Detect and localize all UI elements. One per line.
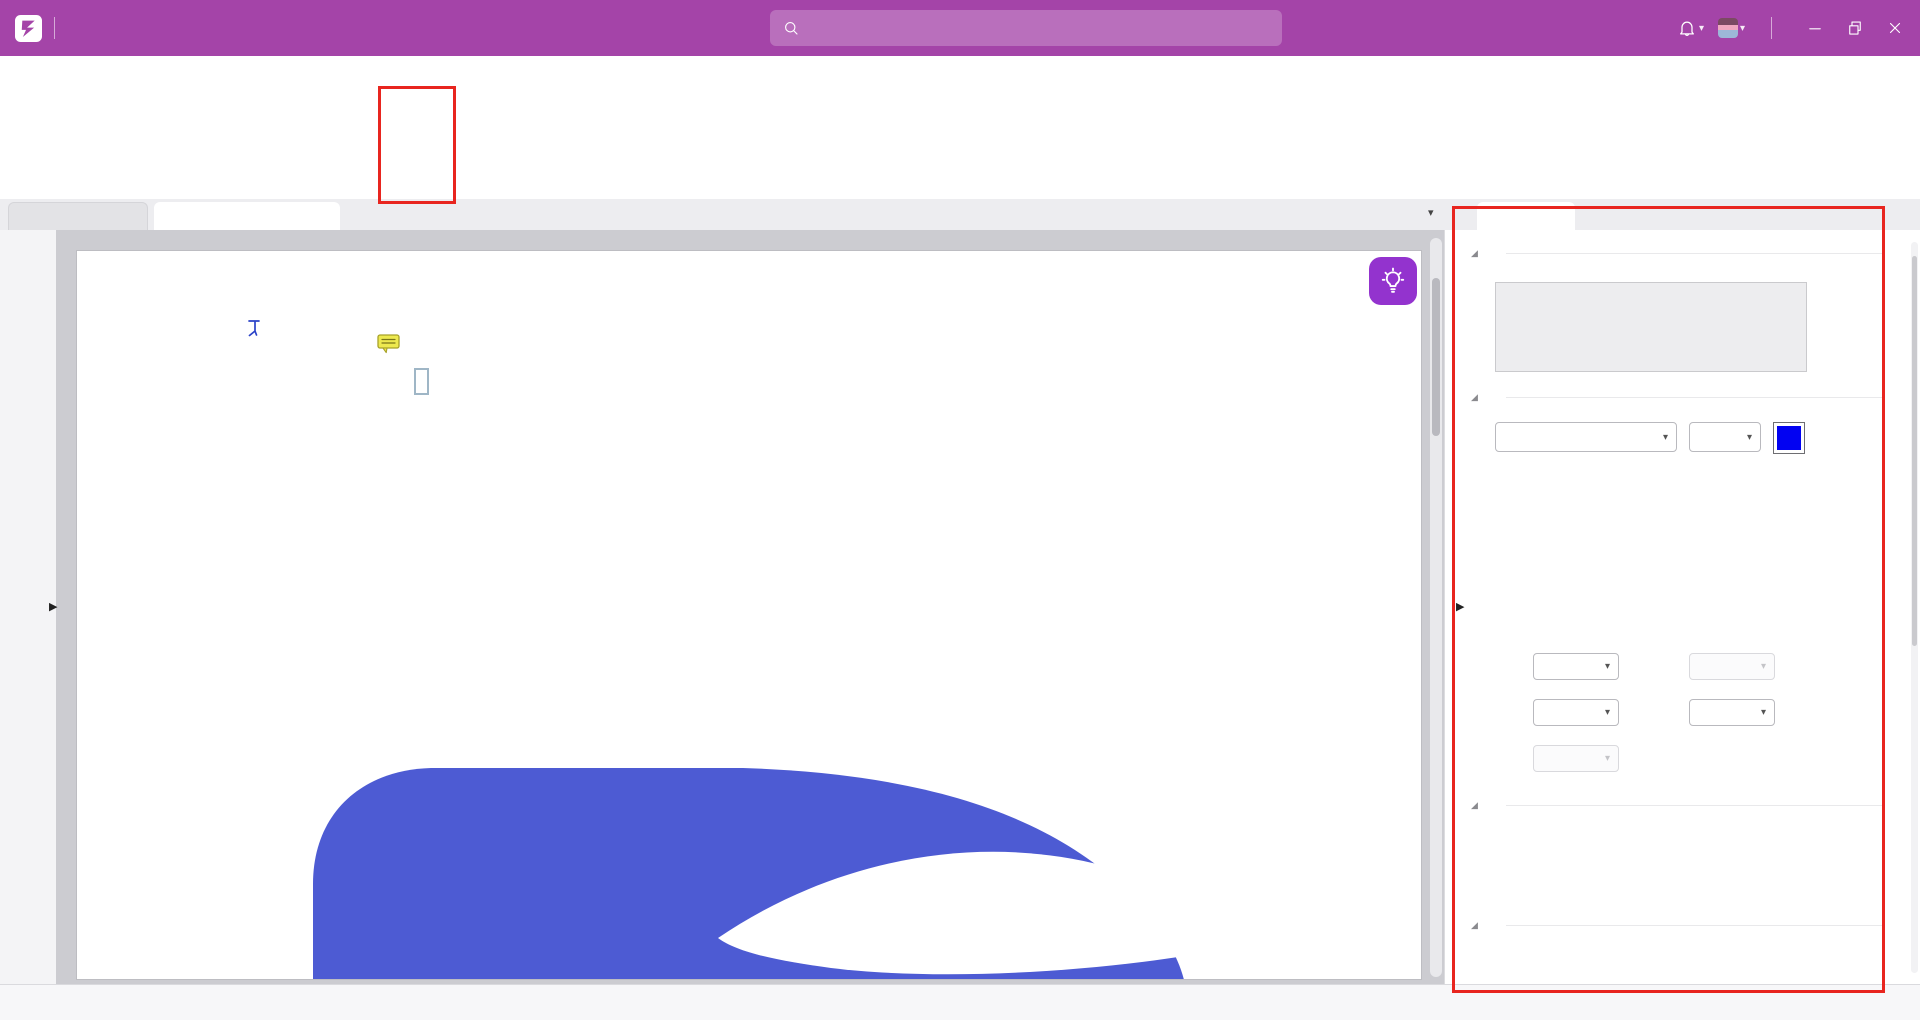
- notifications-bell-icon[interactable]: [1677, 18, 1697, 38]
- font-size-select[interactable]: ▾: [1689, 422, 1761, 452]
- collapse-triangle-icon: ◢: [1471, 800, 1478, 811]
- panel-scrollbar[interactable]: [1911, 242, 1918, 973]
- typewriter-text-frame[interactable]: [414, 368, 429, 395]
- scrollbar-thumb[interactable]: [1432, 278, 1440, 436]
- tab-document[interactable]: [154, 202, 340, 230]
- ribbon-toolbar: [0, 90, 1920, 204]
- character-spacing-input: ▾: [1533, 745, 1619, 772]
- statusbar: [0, 984, 1920, 1020]
- note-annotation-icon[interactable]: [377, 334, 401, 354]
- tab-start[interactable]: [8, 202, 148, 230]
- scrollbar-thumb[interactable]: [1912, 256, 1917, 646]
- account-dropdown-icon[interactable]: ▾: [1740, 23, 1745, 34]
- horizontal-scale-input[interactable]: ▾: [1533, 699, 1619, 726]
- format-panel: ◢ ◢ ▾ ▾ ▾ ▾ ▾: [1444, 230, 1920, 985]
- lightbulb-icon: [1378, 266, 1408, 296]
- pdf-page[interactable]: [76, 250, 1422, 980]
- panel-expand-handle[interactable]: ▶: [1456, 600, 1464, 613]
- sidebar-expand-handle[interactable]: ▶: [49, 600, 57, 613]
- collapse-triangle-icon: ◢: [1471, 920, 1478, 931]
- section-align[interactable]: ◢: [1471, 920, 1884, 931]
- font-color-swatch[interactable]: [1773, 422, 1805, 454]
- document-area: [56, 230, 1445, 985]
- tab-overflow-icon[interactable]: ▾: [1428, 206, 1434, 219]
- tab-format-panel[interactable]: [1477, 202, 1575, 230]
- search-input[interactable]: [809, 19, 1270, 37]
- divider: [54, 17, 55, 39]
- section-text-type[interactable]: ◢: [1471, 392, 1884, 403]
- collapse-triangle-icon: ◢: [1471, 392, 1478, 403]
- horizontal-scale-icon: [1501, 700, 1527, 726]
- restore-button[interactable]: [1846, 19, 1864, 37]
- page-blue-logo-graphic: [313, 766, 1185, 980]
- search-icon: [782, 19, 800, 37]
- typewriter-caret-marker-icon[interactable]: [246, 319, 262, 339]
- character-spacing-icon: [1501, 746, 1527, 772]
- menubar: [0, 56, 1920, 91]
- baseline-offset-icon: [1657, 700, 1683, 726]
- baseline-offset-input[interactable]: ▾: [1689, 699, 1775, 726]
- foxit-logo-icon: [15, 15, 42, 42]
- divider: [1771, 17, 1772, 39]
- document-tabbar: ▾: [0, 199, 1920, 231]
- document-scrollbar[interactable]: [1430, 238, 1442, 977]
- line-spacing-icon: [1501, 654, 1527, 680]
- close-button[interactable]: [1886, 19, 1904, 37]
- paragraph-spacing-input: ▾: [1689, 653, 1775, 680]
- bell-dropdown-icon[interactable]: ▾: [1699, 23, 1704, 34]
- font-preview-box: [1495, 282, 1807, 372]
- global-search-box[interactable]: [770, 10, 1282, 46]
- smart-assistant-button[interactable]: [1369, 257, 1417, 305]
- section-arrange[interactable]: ◢: [1471, 800, 1884, 811]
- foxit-pdf-editor-window: ▾ ▾ ▾: [0, 0, 1920, 1020]
- user-avatar[interactable]: [1718, 18, 1738, 38]
- minimize-button[interactable]: [1806, 19, 1824, 37]
- section-preview[interactable]: ◢: [1471, 248, 1884, 259]
- collapse-triangle-icon: ◢: [1471, 248, 1478, 259]
- titlebar: ▾ ▾: [0, 0, 1920, 56]
- line-spacing-input[interactable]: ▾: [1533, 653, 1619, 680]
- paragraph-spacing-icon: [1657, 654, 1683, 680]
- font-family-select[interactable]: ▾: [1495, 422, 1677, 452]
- titlebar-right: ▾ ▾: [1677, 17, 1920, 39]
